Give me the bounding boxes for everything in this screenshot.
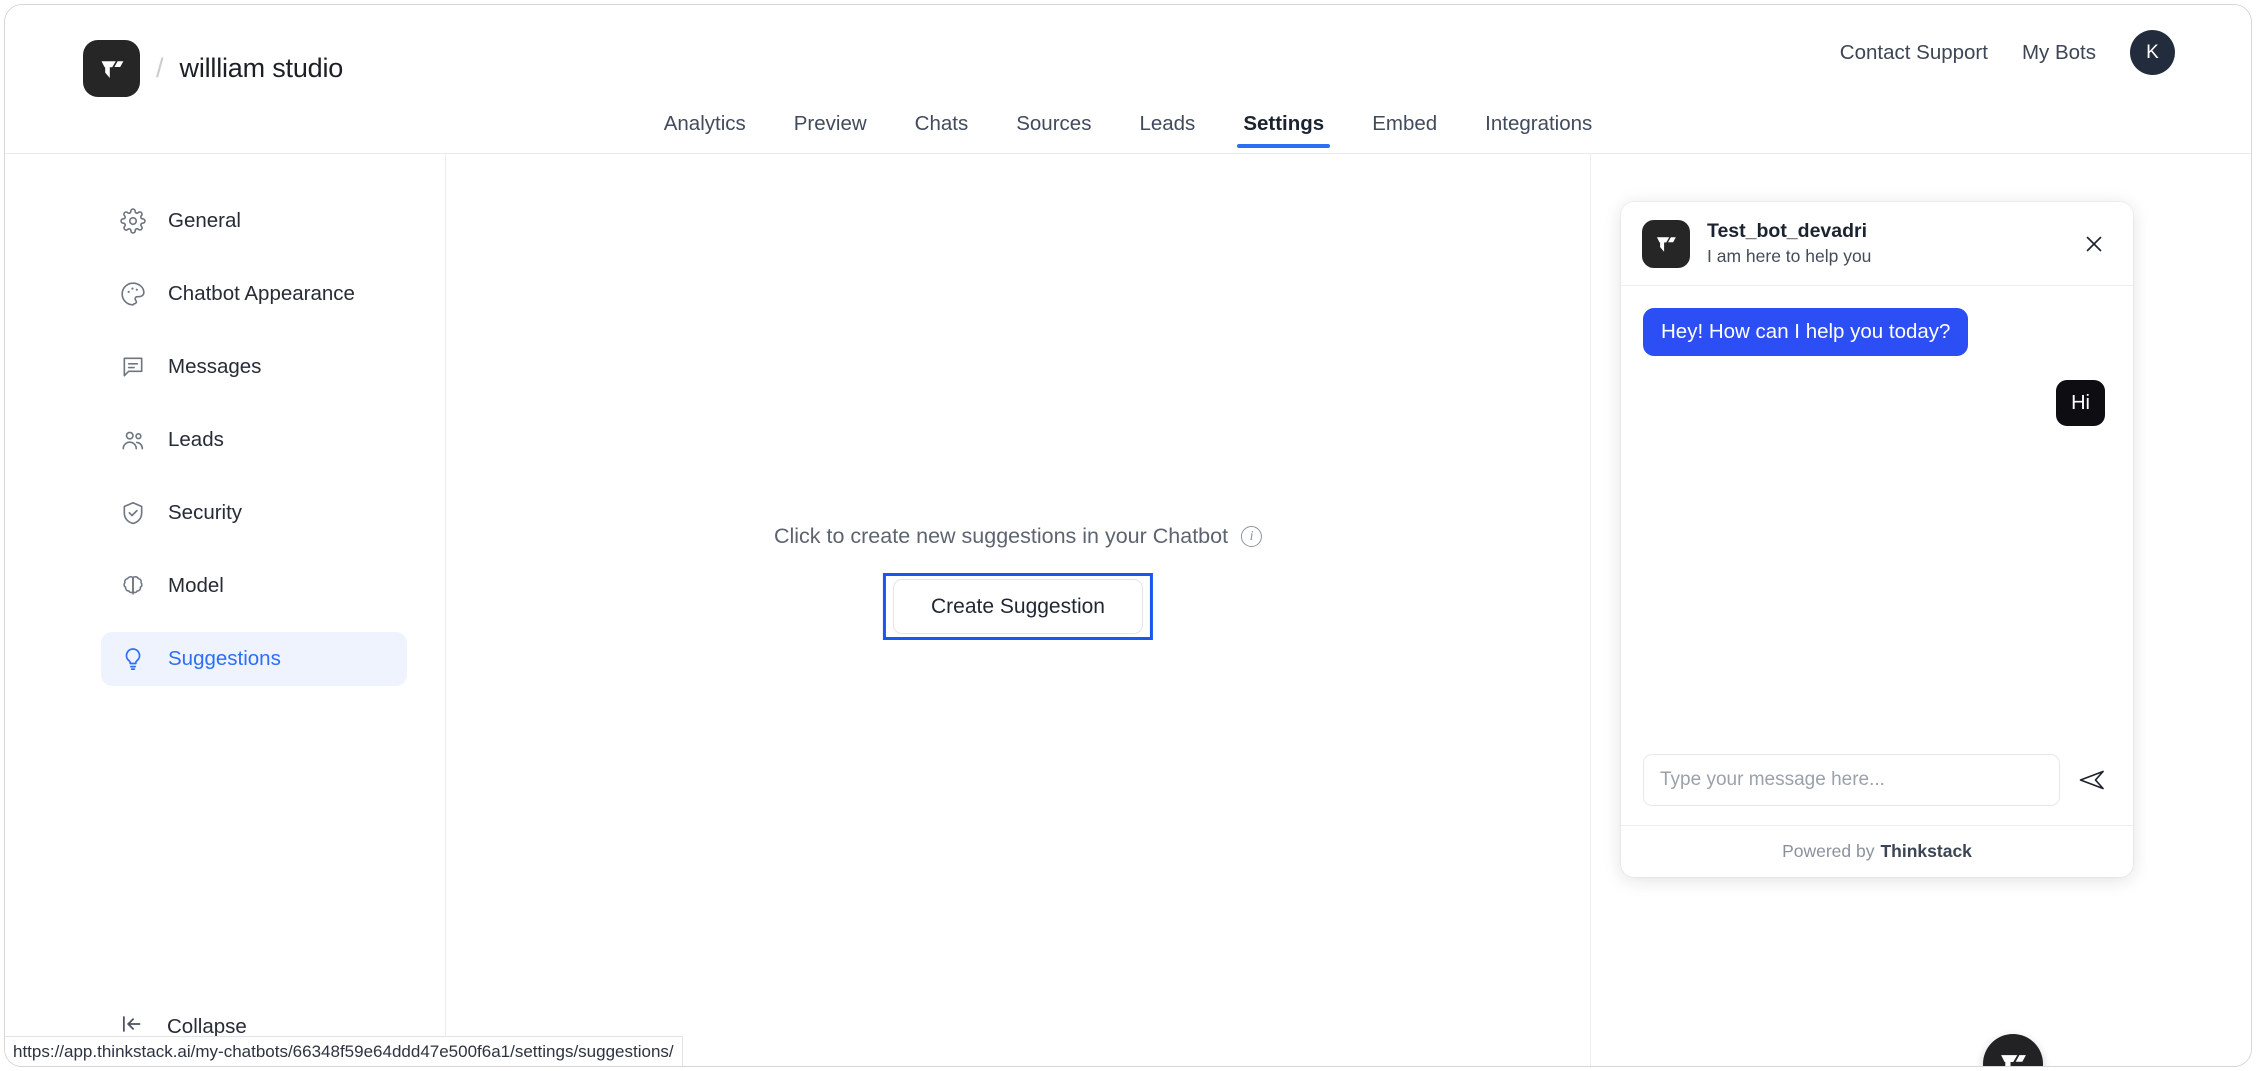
main-tabs: Analytics Preview Chats Sources Leads Se…: [5, 102, 2251, 154]
sidebar-item-security[interactable]: Security: [101, 486, 407, 540]
powered-by-brand: Thinkstack: [1880, 841, 1972, 861]
sidebar-item-label: Leads: [168, 428, 224, 451]
chat-message-user: Hi: [2056, 379, 2105, 426]
tab-preview[interactable]: Preview: [770, 102, 891, 146]
sidebar-item-chatbot-appearance[interactable]: Chatbot Appearance: [101, 267, 407, 321]
sidebar-item-suggestions[interactable]: Suggestions: [101, 632, 407, 686]
tab-sources[interactable]: Sources: [992, 102, 1115, 146]
chat-message-list: Hey! How can I help you today? Hi: [1621, 286, 2133, 735]
chat-preview-rail: Test_bot_devadri I am here to help you H…: [1591, 154, 2251, 1066]
sidebar-item-label: General: [168, 209, 241, 232]
tab-chats[interactable]: Chats: [891, 102, 993, 146]
sidebar-item-label: Security: [168, 501, 243, 524]
suggestions-empty-state: Click to create new suggestions in your …: [773, 524, 1263, 640]
sidebar-list: General Chatbot Appearance Messages Lead…: [101, 194, 407, 705]
close-icon[interactable]: [2077, 227, 2111, 261]
settings-main-panel: Click to create new suggestions in your …: [446, 154, 1591, 1066]
send-icon[interactable]: [2073, 761, 2111, 799]
chat-message-input[interactable]: [1643, 754, 2060, 806]
info-icon[interactable]: i: [1241, 526, 1263, 547]
sidebar-item-general[interactable]: General: [101, 194, 407, 248]
chat-launcher-button[interactable]: [1983, 1034, 2043, 1066]
tab-settings[interactable]: Settings: [1219, 102, 1348, 148]
palette-icon: [119, 281, 146, 308]
message-icon: [119, 354, 146, 381]
create-suggestion-button[interactable]: Create Suggestion: [893, 579, 1143, 634]
status-bar-url: https://app.thinkstack.ai/my-chatbots/66…: [5, 1036, 683, 1066]
tab-analytics[interactable]: Analytics: [640, 102, 770, 146]
sidebar-item-messages[interactable]: Messages: [101, 340, 407, 394]
sidebar-item-label: Messages: [168, 355, 262, 378]
chat-widget: Test_bot_devadri I am here to help you H…: [1621, 202, 2133, 877]
browser-window: / willliam studio Contact Support My Bot…: [4, 4, 2252, 1067]
chat-widget-footer: Powered by Thinkstack: [1621, 825, 2133, 877]
contact-support-link[interactable]: Contact Support: [1840, 41, 1988, 65]
chat-input-row: [1621, 735, 2133, 825]
shield-check-icon: [119, 500, 146, 527]
chat-message-bot: Hey! How can I help you today?: [1643, 308, 1969, 356]
app-header: / willliam studio Contact Support My Bot…: [5, 5, 2251, 102]
users-icon: [119, 427, 146, 454]
lightbulb-icon: [119, 646, 146, 673]
chat-widget-header: Test_bot_devadri I am here to help you: [1621, 202, 2133, 286]
collapse-label: Collapse: [167, 1014, 247, 1038]
brand-separator: /: [156, 53, 164, 83]
gear-icon: [119, 208, 146, 235]
sidebar-item-label: Model: [168, 574, 224, 597]
brand-block[interactable]: / willliam studio: [83, 40, 343, 97]
sidebar-item-label: Suggestions: [168, 647, 281, 670]
header-actions: Contact Support My Bots K: [1840, 30, 2175, 75]
tab-embed[interactable]: Embed: [1348, 102, 1461, 146]
powered-by-text: Powered by: [1782, 841, 1875, 861]
sidebar-item-model[interactable]: Model: [101, 559, 407, 613]
chat-message-user-row: Hi: [1643, 379, 2107, 426]
create-suggestion-focus-ring: Create Suggestion: [883, 573, 1153, 640]
tab-integrations[interactable]: Integrations: [1461, 102, 1616, 146]
chat-bot-tagline: I am here to help you: [1707, 246, 1872, 267]
chat-widget-titles: Test_bot_devadri I am here to help you: [1707, 219, 2077, 268]
sidebar-item-label: Chatbot Appearance: [168, 282, 355, 305]
my-bots-link[interactable]: My Bots: [2022, 41, 2096, 65]
empty-state-text: Click to create new suggestions in your …: [773, 524, 1229, 548]
avatar[interactable]: K: [2130, 30, 2175, 75]
tab-leads[interactable]: Leads: [1115, 102, 1219, 146]
page-body: General Chatbot Appearance Messages Lead…: [5, 154, 2251, 1066]
chat-bot-name: Test_bot_devadri: [1707, 219, 1868, 242]
chat-message-bot-row: Hey! How can I help you today?: [1643, 308, 2107, 356]
empty-state-caption: Click to create new suggestions in your …: [773, 524, 1263, 549]
settings-sidebar: General Chatbot Appearance Messages Lead…: [5, 154, 446, 1066]
workspace-name: willliam studio: [179, 53, 344, 83]
brain-icon: [119, 573, 146, 600]
thinkstack-logo-icon: [83, 40, 140, 97]
thinkstack-logo-icon: [1642, 219, 1690, 268]
sidebar-item-leads[interactable]: Leads: [101, 413, 407, 467]
